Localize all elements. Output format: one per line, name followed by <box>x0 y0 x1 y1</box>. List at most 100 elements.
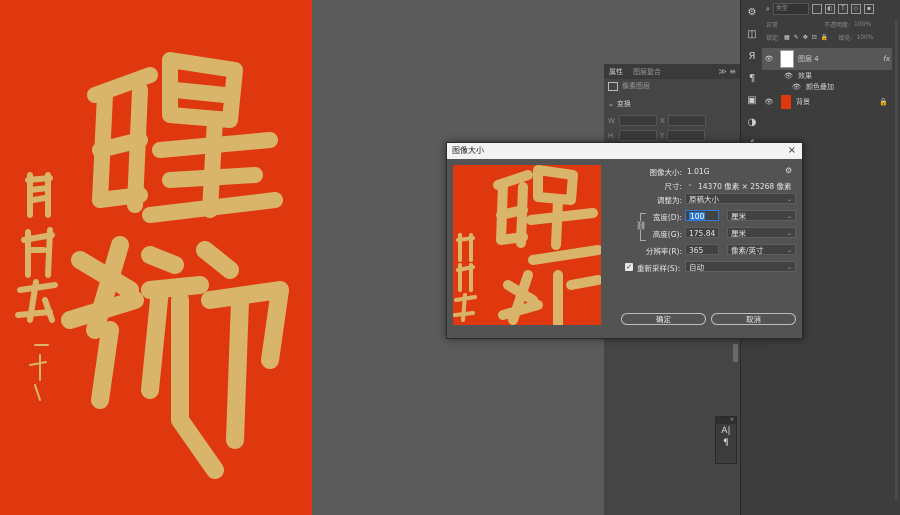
layers-filter-bar: ⌕ 类型 ◐ T ◇ ▪ <box>762 0 900 18</box>
width-input[interactable]: 100 <box>685 210 719 221</box>
image-icon <box>608 81 618 91</box>
layer-search-input[interactable]: 类型 <box>772 3 809 15</box>
resolution-unit: 像素/英寸 <box>731 246 764 255</box>
chevron-down-icon[interactable]: ⌄ <box>687 180 693 188</box>
image-size-dialog: 图像大小 × 图像大小: 1.01G ⚙ 尺寸: ⌄ 14370 像素 × 25… <box>446 142 803 339</box>
paragraph-icon[interactable]: ¶ <box>744 71 760 87</box>
lock-position-icon[interactable]: ✥ <box>803 34 808 41</box>
width-unit-select[interactable]: 厘米 ⌄ <box>727 210 796 221</box>
pixel-layer-label: 像素图层 <box>622 82 650 90</box>
tab-properties[interactable]: 属性 <box>604 67 628 77</box>
width-value: 100 <box>689 212 706 221</box>
layer-row-4[interactable]: 👁 图层 4 fx <box>762 48 892 70</box>
lock-artboard-icon[interactable]: ⊡ <box>812 34 817 41</box>
pixel-filter-icon[interactable] <box>811 4 822 14</box>
fit-to-select[interactable]: 原稿大小 ⌄ <box>685 193 796 204</box>
document-canvas[interactable] <box>0 0 312 515</box>
dialog-title-bar[interactable]: 图像大小 × <box>447 143 802 159</box>
y-field[interactable] <box>667 130 706 141</box>
panel-menu-icon[interactable]: ≫ ≡ <box>718 67 740 76</box>
layer-row-background[interactable]: 👁 背景 🔒 <box>762 92 892 112</box>
height-label: 高度(G): <box>652 230 682 239</box>
image-size-value: 1.01G <box>687 167 710 176</box>
fit-to-label: 调整为: <box>656 196 682 205</box>
calligraphy-artwork <box>15 52 289 479</box>
properties-tabs: 属性 图层复合 ≫ ≡ <box>604 64 740 79</box>
dimensions-label: 尺寸: <box>664 182 682 191</box>
character-icon[interactable]: A| <box>716 426 736 436</box>
chevron-down-icon: ⌄ <box>786 264 792 271</box>
props-scrollbar[interactable] <box>733 344 738 362</box>
eye-icon[interactable]: 👁 <box>762 98 776 106</box>
color-overlay-label: 颜色叠加 <box>806 82 834 91</box>
layers-icon[interactable]: ▣ <box>744 93 760 109</box>
h-field[interactable] <box>619 130 657 141</box>
adjustments-sliders-icon[interactable]: ⚙ <box>744 5 760 21</box>
eye-icon[interactable]: 👁 <box>762 55 776 63</box>
fill-value[interactable]: 100% <box>856 34 873 41</box>
layer-name[interactable]: 图层 4 <box>798 54 819 64</box>
fx-badge[interactable]: fx <box>883 55 892 63</box>
ok-button[interactable]: 确定 <box>621 313 706 325</box>
color-wheel-icon[interactable]: ◑ <box>744 115 760 131</box>
w-label: W <box>608 116 615 125</box>
resample-checkbox[interactable]: ✓ <box>625 263 633 271</box>
layers-scrollbar[interactable] <box>895 20 898 500</box>
chevron-down-icon: ⌄ <box>786 196 792 203</box>
resolution-input[interactable]: 365 <box>685 244 719 255</box>
transform-row-hy: H Y <box>604 128 740 143</box>
lock-transparent-icon[interactable]: ▦ <box>784 34 790 41</box>
lock-all-icon[interactable]: 🔒 <box>821 34 828 41</box>
image-preview[interactable] <box>453 165 601 325</box>
height-unit: 厘米 <box>731 229 746 238</box>
adjustment-filter-icon[interactable]: ◐ <box>824 4 835 14</box>
paragraph-icon[interactable]: ¶ <box>716 438 736 448</box>
brush-icon[interactable]: Я <box>744 49 760 65</box>
eye-icon[interactable]: 👁 <box>792 83 806 91</box>
resolution-value: 365 <box>689 246 704 255</box>
width-label: 宽度(D): <box>652 213 682 222</box>
height-input[interactable]: 175.84 <box>685 227 719 238</box>
layer-name[interactable]: 背景 <box>796 97 810 107</box>
resample-select[interactable]: 自动 ⌄ <box>685 261 796 272</box>
chevron-down-icon: ⌄ <box>608 100 614 108</box>
transform-row-wx: W X <box>604 113 740 128</box>
tab-layer-comps[interactable]: 图层复合 <box>628 67 666 77</box>
fit-to-value: 原稿大小 <box>689 195 719 204</box>
cube-icon[interactable]: ◫ <box>744 27 760 43</box>
opacity-value[interactable]: 100% <box>854 21 871 28</box>
character-panel: × A| ¶ <box>715 416 737 464</box>
resample-label: 重新采样(S): <box>637 264 681 273</box>
transform-section[interactable]: ⌄ 变换 <box>604 97 740 111</box>
panel-header[interactable]: × <box>716 417 736 424</box>
chevron-down-icon: ⌄ <box>786 213 792 220</box>
color-overlay-row[interactable]: 👁 颜色叠加 <box>762 81 892 92</box>
h-label: H <box>608 131 614 140</box>
width-unit: 厘米 <box>731 212 746 221</box>
shape-filter-icon[interactable]: ◇ <box>850 4 861 14</box>
resolution-unit-select[interactable]: 像素/英寸 ⌄ <box>727 244 796 255</box>
effects-row[interactable]: 👁 效果 <box>762 70 892 81</box>
chevron-down-icon: ⌄ <box>786 230 792 237</box>
cancel-button[interactable]: 取消 <box>711 313 796 325</box>
blend-mode-select[interactable]: 正常 <box>766 20 824 29</box>
height-unit-select[interactable]: 厘米 ⌄ <box>727 227 796 238</box>
gear-icon[interactable]: ⚙ <box>785 166 792 175</box>
x-label: X <box>660 116 665 125</box>
chevron-down-icon: ⌄ <box>786 247 792 254</box>
opacity-label: 不透明度: <box>824 21 851 29</box>
smart-filter-icon[interactable]: ▪ <box>863 4 874 14</box>
pixel-layer-row: 像素图层 <box>604 79 740 93</box>
eye-icon[interactable]: 👁 <box>784 72 798 80</box>
layer-thumbnail <box>780 50 794 68</box>
w-field[interactable] <box>619 115 657 126</box>
search-icon: ⌕ <box>766 4 770 13</box>
preview-artwork <box>453 165 601 325</box>
lock-label: 锁定: <box>766 34 781 42</box>
close-icon[interactable]: × <box>788 143 796 159</box>
lock-image-icon[interactable]: ✎ <box>794 34 799 41</box>
dialog-title: 图像大小 <box>452 146 484 155</box>
effects-label: 效果 <box>798 71 812 80</box>
type-filter-icon[interactable]: T <box>837 4 848 14</box>
x-field[interactable] <box>667 115 706 126</box>
